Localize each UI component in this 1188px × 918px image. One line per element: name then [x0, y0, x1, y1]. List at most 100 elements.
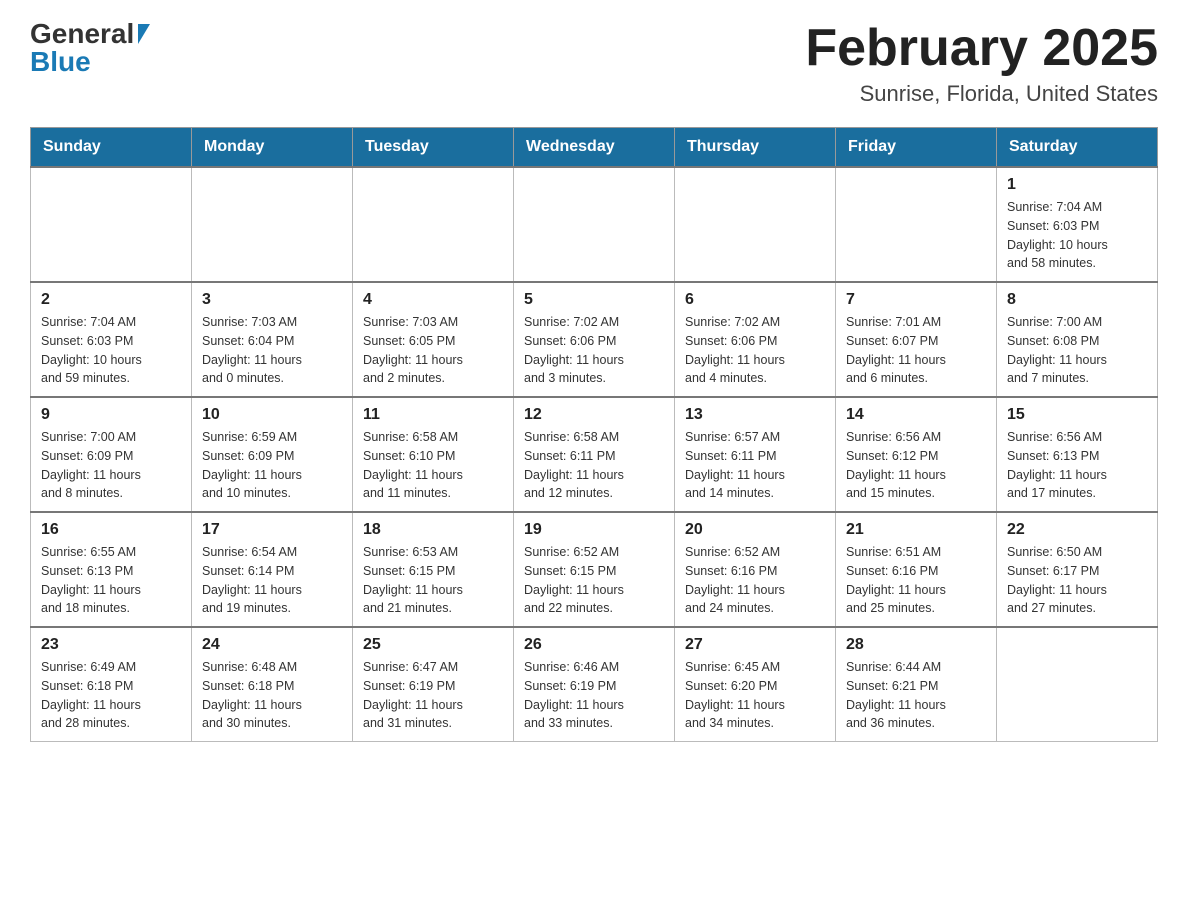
day-info: Sunrise: 6:52 AM Sunset: 6:16 PM Dayligh… — [685, 543, 825, 618]
calendar-cell: 25Sunrise: 6:47 AM Sunset: 6:19 PM Dayli… — [353, 627, 514, 742]
location-subtitle: Sunrise, Florida, United States — [805, 81, 1158, 107]
logo-triangle-icon — [138, 24, 150, 44]
calendar-cell: 5 Sunrise: 7:02 AM Sunset: 6:06 PM Daylig… — [514, 282, 675, 397]
day-info: Sunrise: 6:46 AM Sunset: 6:19 PM Dayligh… — [524, 658, 664, 733]
day-number: 14 — [846, 406, 986, 424]
calendar-table: SundayMondayTuesdayWednesdayThursdayFrid… — [30, 127, 1158, 742]
day-number: 18 — [363, 521, 503, 539]
day-number: 15 — [1007, 406, 1147, 424]
day-number: 5 — [524, 291, 664, 309]
calendar-cell: 16 Sunrise: 6:55 AM Sunset: 6:13 PM Dayli… — [31, 512, 192, 627]
day-info: Sunrise: 6:52 AM Sunset: 6:15 PM Dayligh… — [524, 543, 664, 618]
day-number: 16 — [41, 521, 181, 539]
day-info: Sunrise: 6:55 AM Sunset: 6:13 PM Dayligh… — [41, 543, 181, 618]
day-number: 8 — [1007, 291, 1147, 309]
calendar-week-row: 1 Sunrise: 7:04 AM Sunset: 6:03 PM Daylig… — [31, 167, 1158, 282]
calendar-cell — [836, 167, 997, 282]
day-info: Sunrise: 6:54 AM Sunset: 6:14 PM Dayligh… — [202, 543, 342, 618]
calendar-cell: 14 Sunrise: 6:56 AM Sunset: 6:12 PM Dayli… — [836, 397, 997, 512]
day-number: 6 — [685, 291, 825, 309]
calendar-cell: 4 Sunrise: 7:03 AM Sunset: 6:05 PM Daylig… — [353, 282, 514, 397]
day-info: Sunrise: 7:04 AM Sunset: 6:03 PM Dayligh… — [41, 313, 181, 388]
day-number: 1 — [1007, 176, 1147, 194]
day-info: Sunrise: 6:56 AM Sunset: 6:12 PM Dayligh… — [846, 428, 986, 503]
day-info: Sunrise: 7:02 AM Sunset: 6:06 PM Dayligh… — [524, 313, 664, 388]
calendar-week-row: 16 Sunrise: 6:55 AM Sunset: 6:13 PM Dayli… — [31, 512, 1158, 627]
calendar-cell: 8 Sunrise: 7:00 AM Sunset: 6:08 PM Daylig… — [997, 282, 1158, 397]
day-info: Sunrise: 6:56 AM Sunset: 6:13 PM Dayligh… — [1007, 428, 1147, 503]
calendar-cell — [353, 167, 514, 282]
day-info: Sunrise: 7:01 AM Sunset: 6:07 PM Dayligh… — [846, 313, 986, 388]
calendar-cell: 9 Sunrise: 7:00 AM Sunset: 6:09 PM Daylig… — [31, 397, 192, 512]
calendar-cell: 26 Sunrise: 6:46 AM Sunset: 6:19 PM Dayli… — [514, 627, 675, 742]
day-info: Sunrise: 7:02 AM Sunset: 6:06 PM Dayligh… — [685, 313, 825, 388]
calendar-cell — [192, 167, 353, 282]
day-number: 22 — [1007, 521, 1147, 539]
calendar-cell: 13 Sunrise: 6:57 AM Sunset: 6:11 PM Dayli… — [675, 397, 836, 512]
calendar-cell: 10Sunrise: 6:59 AM Sunset: 6:09 PM Dayli… — [192, 397, 353, 512]
calendar-cell: 27 Sunrise: 6:45 AM Sunset: 6:20 PM Dayli… — [675, 627, 836, 742]
page-header: General Blue February 2025 Sunrise, Flor… — [30, 20, 1158, 107]
day-info: Sunrise: 6:49 AM Sunset: 6:18 PM Dayligh… — [41, 658, 181, 733]
calendar-week-row: 9 Sunrise: 7:00 AM Sunset: 6:09 PM Daylig… — [31, 397, 1158, 512]
calendar-header-saturday: Saturday — [997, 128, 1158, 168]
day-info: Sunrise: 6:58 AM Sunset: 6:10 PM Dayligh… — [363, 428, 503, 503]
day-info: Sunrise: 6:45 AM Sunset: 6:20 PM Dayligh… — [685, 658, 825, 733]
calendar-cell — [675, 167, 836, 282]
calendar-cell: 12Sunrise: 6:58 AM Sunset: 6:11 PM Dayli… — [514, 397, 675, 512]
day-number: 23 — [41, 636, 181, 654]
day-number: 11 — [363, 406, 503, 424]
calendar-cell: 20 Sunrise: 6:52 AM Sunset: 6:16 PM Dayli… — [675, 512, 836, 627]
calendar-cell: 18 Sunrise: 6:53 AM Sunset: 6:15 PM Dayli… — [353, 512, 514, 627]
logo-general-text: General — [30, 20, 134, 48]
calendar-cell: 22 Sunrise: 6:50 AM Sunset: 6:17 PM Dayli… — [997, 512, 1158, 627]
day-info: Sunrise: 6:58 AM Sunset: 6:11 PM Dayligh… — [524, 428, 664, 503]
day-number: 20 — [685, 521, 825, 539]
day-number: 19 — [524, 521, 664, 539]
day-number: 17 — [202, 521, 342, 539]
day-number: 9 — [41, 406, 181, 424]
day-number: 26 — [524, 636, 664, 654]
calendar-cell: 17 Sunrise: 6:54 AM Sunset: 6:14 PM Dayli… — [192, 512, 353, 627]
day-info: Sunrise: 6:51 AM Sunset: 6:16 PM Dayligh… — [846, 543, 986, 618]
day-number: 3 — [202, 291, 342, 309]
calendar-header-friday: Friday — [836, 128, 997, 168]
calendar-cell: 21 Sunrise: 6:51 AM Sunset: 6:16 PM Dayli… — [836, 512, 997, 627]
calendar-week-row: 2 Sunrise: 7:04 AM Sunset: 6:03 PM Daylig… — [31, 282, 1158, 397]
day-number: 2 — [41, 291, 181, 309]
day-info: Sunrise: 6:44 AM Sunset: 6:21 PM Dayligh… — [846, 658, 986, 733]
calendar-header-wednesday: Wednesday — [514, 128, 675, 168]
calendar-cell: 7Sunrise: 7:01 AM Sunset: 6:07 PM Daylig… — [836, 282, 997, 397]
title-block: February 2025 Sunrise, Florida, United S… — [805, 20, 1158, 107]
day-info: Sunrise: 6:53 AM Sunset: 6:15 PM Dayligh… — [363, 543, 503, 618]
calendar-cell: 3Sunrise: 7:03 AM Sunset: 6:04 PM Daylig… — [192, 282, 353, 397]
calendar-cell: 19 Sunrise: 6:52 AM Sunset: 6:15 PM Dayli… — [514, 512, 675, 627]
day-number: 21 — [846, 521, 986, 539]
calendar-header-tuesday: Tuesday — [353, 128, 514, 168]
day-info: Sunrise: 7:00 AM Sunset: 6:09 PM Dayligh… — [41, 428, 181, 503]
calendar-cell — [514, 167, 675, 282]
calendar-cell — [31, 167, 192, 282]
calendar-header-monday: Monday — [192, 128, 353, 168]
day-info: Sunrise: 6:57 AM Sunset: 6:11 PM Dayligh… — [685, 428, 825, 503]
calendar-cell: 6 Sunrise: 7:02 AM Sunset: 6:06 PM Daylig… — [675, 282, 836, 397]
calendar-cell: 23 Sunrise: 6:49 AM Sunset: 6:18 PM Dayli… — [31, 627, 192, 742]
calendar-cell: 24 Sunrise: 6:48 AM Sunset: 6:18 PM Dayli… — [192, 627, 353, 742]
day-number: 24 — [202, 636, 342, 654]
day-info: Sunrise: 6:50 AM Sunset: 6:17 PM Dayligh… — [1007, 543, 1147, 618]
calendar-cell: 11 Sunrise: 6:58 AM Sunset: 6:10 PM Dayli… — [353, 397, 514, 512]
day-info: Sunrise: 7:00 AM Sunset: 6:08 PM Dayligh… — [1007, 313, 1147, 388]
day-info: Sunrise: 7:04 AM Sunset: 6:03 PM Dayligh… — [1007, 198, 1147, 273]
day-info: Sunrise: 7:03 AM Sunset: 6:05 PM Dayligh… — [363, 313, 503, 388]
calendar-header-row: SundayMondayTuesdayWednesdayThursdayFrid… — [31, 128, 1158, 168]
day-number: 10 — [202, 406, 342, 424]
day-number: 13 — [685, 406, 825, 424]
day-info: Sunrise: 6:48 AM Sunset: 6:18 PM Dayligh… — [202, 658, 342, 733]
day-number: 27 — [685, 636, 825, 654]
calendar-cell: 15 Sunrise: 6:56 AM Sunset: 6:13 PM Dayli… — [997, 397, 1158, 512]
calendar-cell: 2 Sunrise: 7:04 AM Sunset: 6:03 PM Daylig… — [31, 282, 192, 397]
day-number: 4 — [363, 291, 503, 309]
day-info: Sunrise: 6:47 AM Sunset: 6:19 PM Dayligh… — [363, 658, 503, 733]
calendar-cell: 1 Sunrise: 7:04 AM Sunset: 6:03 PM Daylig… — [997, 167, 1158, 282]
calendar-header-thursday: Thursday — [675, 128, 836, 168]
